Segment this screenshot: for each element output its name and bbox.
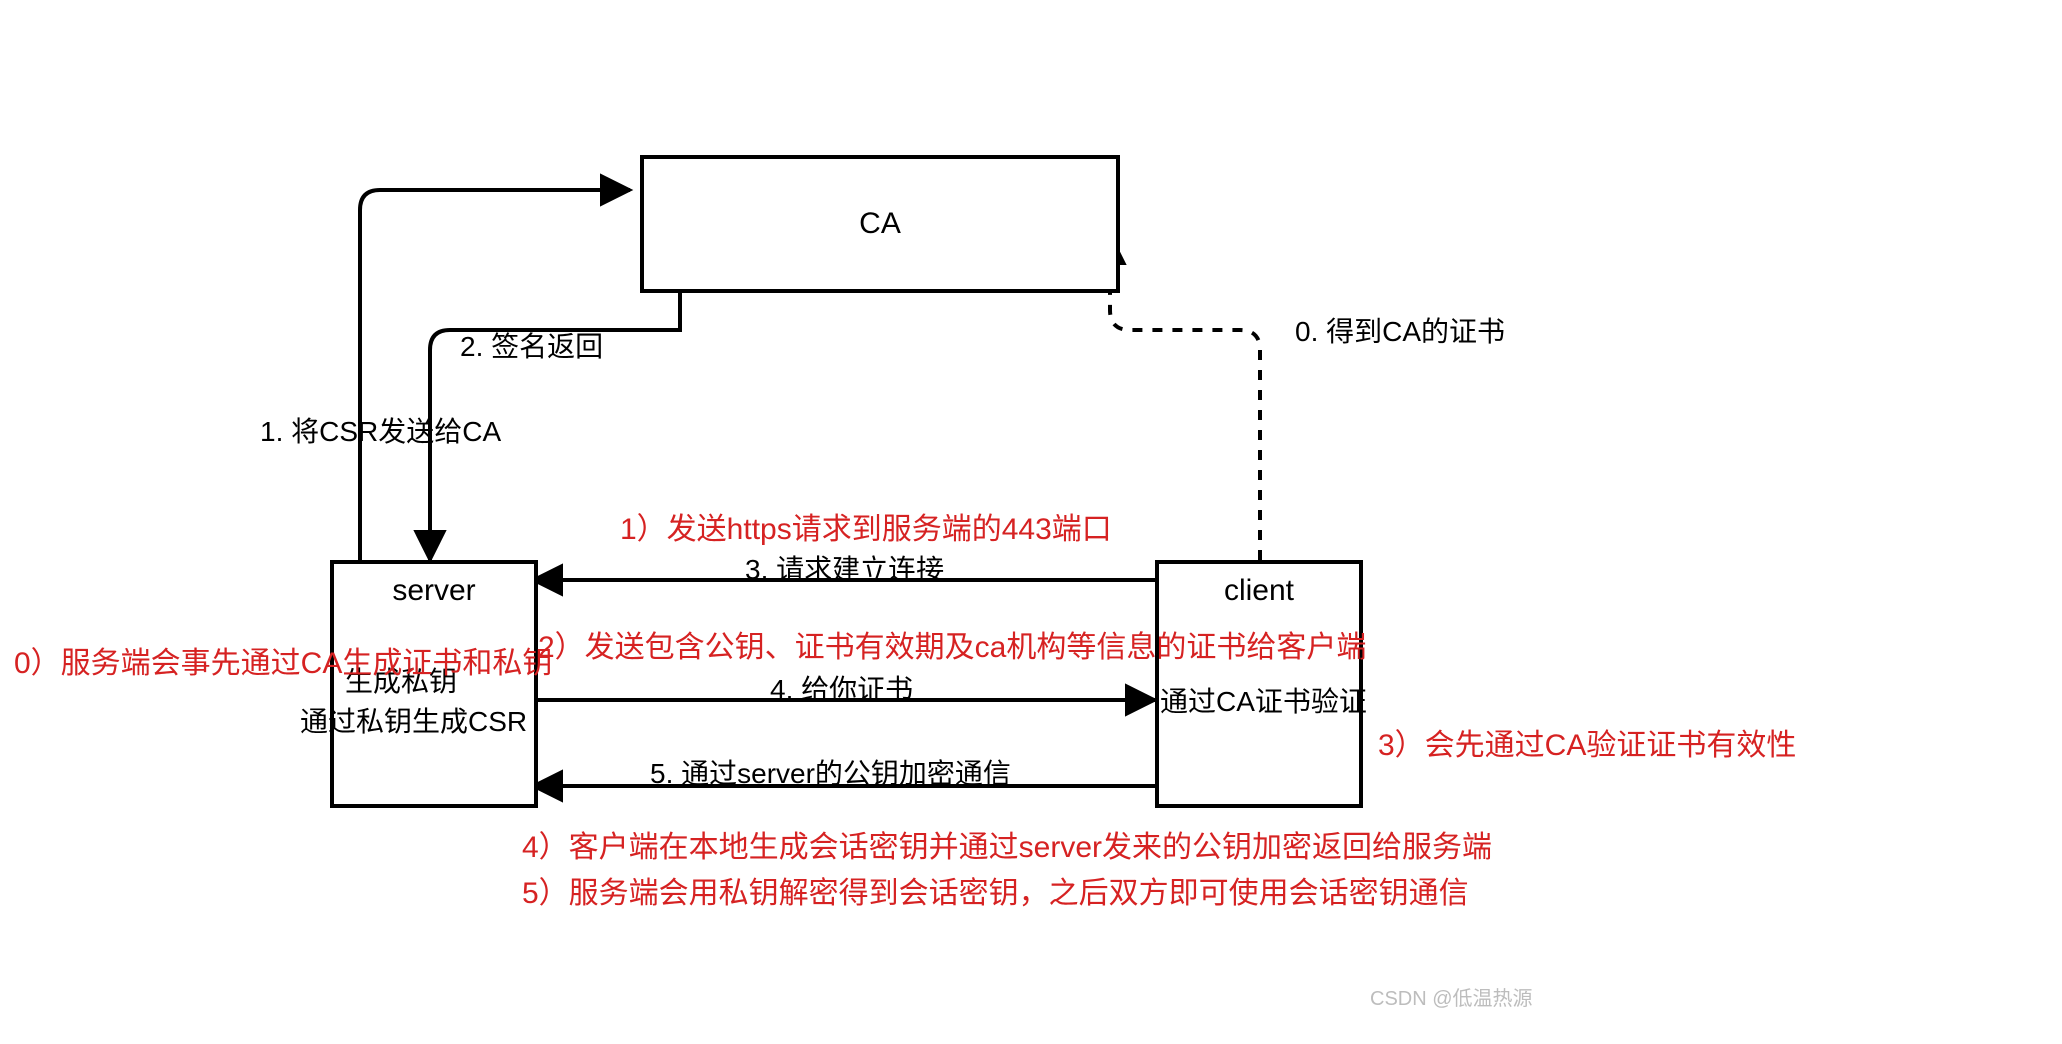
- annotation-0: 0）服务端会事先通过CA生成证书和私钥: [14, 638, 552, 682]
- arrow-csr-to-ca: [360, 190, 630, 560]
- edge-2-label: 2. 签名返回: [460, 325, 603, 365]
- edge-3-label: 3. 请求建立连接: [745, 548, 944, 588]
- node-ca: CA: [640, 155, 1120, 293]
- edge-4-label: 4. 给你证书: [770, 668, 913, 708]
- edge-0-label: 0. 得到CA的证书: [1295, 310, 1505, 350]
- client-sub: 通过CA证书验证: [1160, 680, 1367, 720]
- edge-1-label: 1. 将CSR发送给CA: [260, 410, 501, 450]
- annotation-4: 4）客户端在本地生成会话密钥并通过server发来的公钥加密返回给服务端: [522, 822, 1492, 866]
- annotation-1: 1）发送https请求到服务端的443端口: [620, 504, 1112, 548]
- node-client-label: client: [1224, 574, 1294, 608]
- diagram-canvas: CA server 生成私钥 通过私钥生成CSR client 通过CA证书验证…: [0, 0, 2062, 1044]
- annotation-5: 5）服务端会用私钥解密得到会话密钥，之后双方即可使用会话密钥通信: [522, 868, 1469, 912]
- server-sub2: 通过私钥生成CSR: [300, 700, 527, 740]
- edge-5-label: 5. 通过server的公钥加密通信: [650, 752, 1011, 792]
- arrow-client-to-ca: [1110, 235, 1260, 560]
- watermark: CSDN @低温热源: [1370, 982, 1533, 1011]
- node-ca-label: CA: [859, 207, 901, 241]
- annotation-3: 3）会先通过CA验证证书有效性: [1378, 720, 1796, 764]
- annotation-2: 2）发送包含公钥、证书有效期及ca机构等信息的证书给客户端: [538, 622, 1366, 666]
- node-server-label: server: [392, 574, 475, 608]
